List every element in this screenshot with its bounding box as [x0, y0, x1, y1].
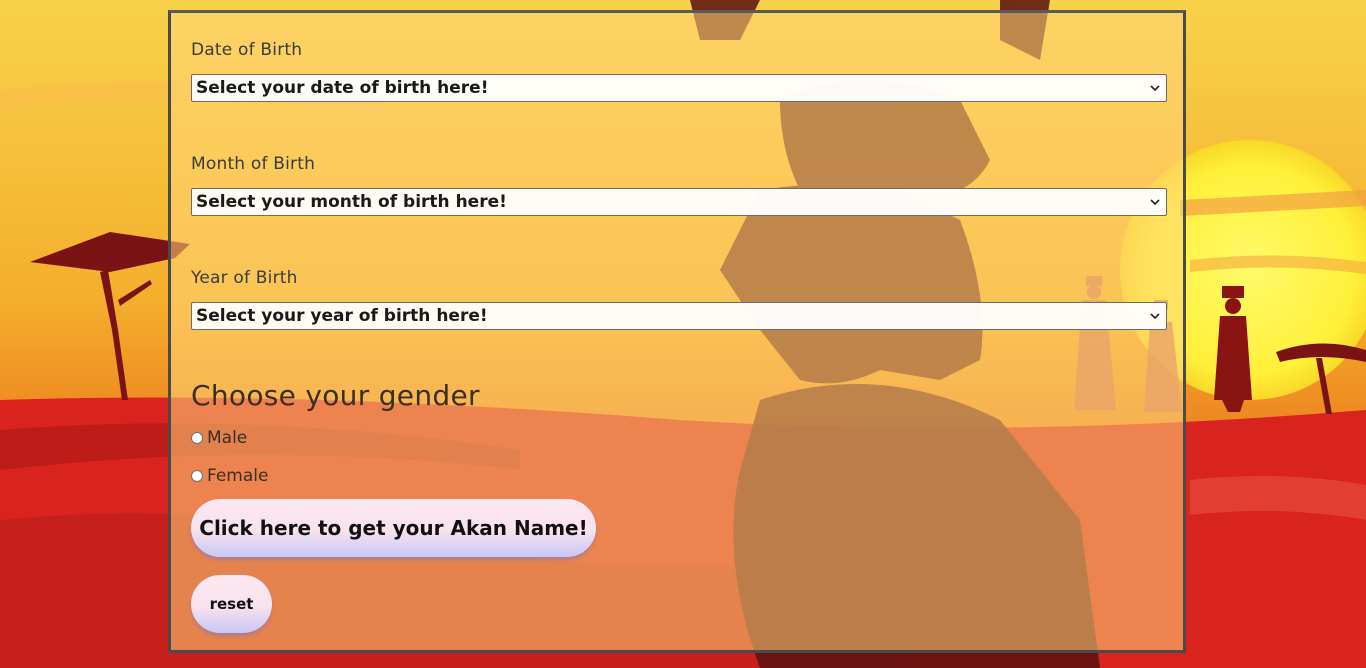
- reset-button[interactable]: reset: [191, 575, 272, 633]
- gender-option-male[interactable]: Male: [191, 428, 247, 448]
- year-of-birth-label: Year of Birth: [191, 268, 298, 288]
- year-of-birth-select[interactable]: Select your year of birth here!: [191, 302, 1167, 330]
- get-akan-name-button[interactable]: Click here to get your Akan Name!: [191, 499, 596, 557]
- radio-button-icon[interactable]: [191, 470, 203, 482]
- akan-name-form: Date of Birth Select your date of birth …: [168, 10, 1186, 653]
- gender-option-label: Male: [207, 428, 248, 448]
- gender-option-label: Female: [207, 466, 269, 486]
- chevron-down-icon: [1150, 199, 1160, 206]
- month-of-birth-select-value: Select your month of birth here!: [196, 192, 507, 212]
- date-of-birth-select-value: Select your date of birth here!: [196, 78, 489, 98]
- radio-button-icon[interactable]: [191, 432, 203, 444]
- date-of-birth-label: Date of Birth: [191, 40, 303, 60]
- year-of-birth-select-value: Select your year of birth here!: [196, 306, 488, 326]
- chevron-down-icon: [1150, 85, 1160, 92]
- month-of-birth-select[interactable]: Select your month of birth here!: [191, 188, 1167, 216]
- gender-heading: Choose your gender: [191, 379, 480, 412]
- gender-option-female[interactable]: Female: [191, 466, 268, 486]
- date-of-birth-select[interactable]: Select your date of birth here!: [191, 74, 1167, 102]
- chevron-down-icon: [1150, 313, 1160, 320]
- month-of-birth-label: Month of Birth: [191, 154, 316, 174]
